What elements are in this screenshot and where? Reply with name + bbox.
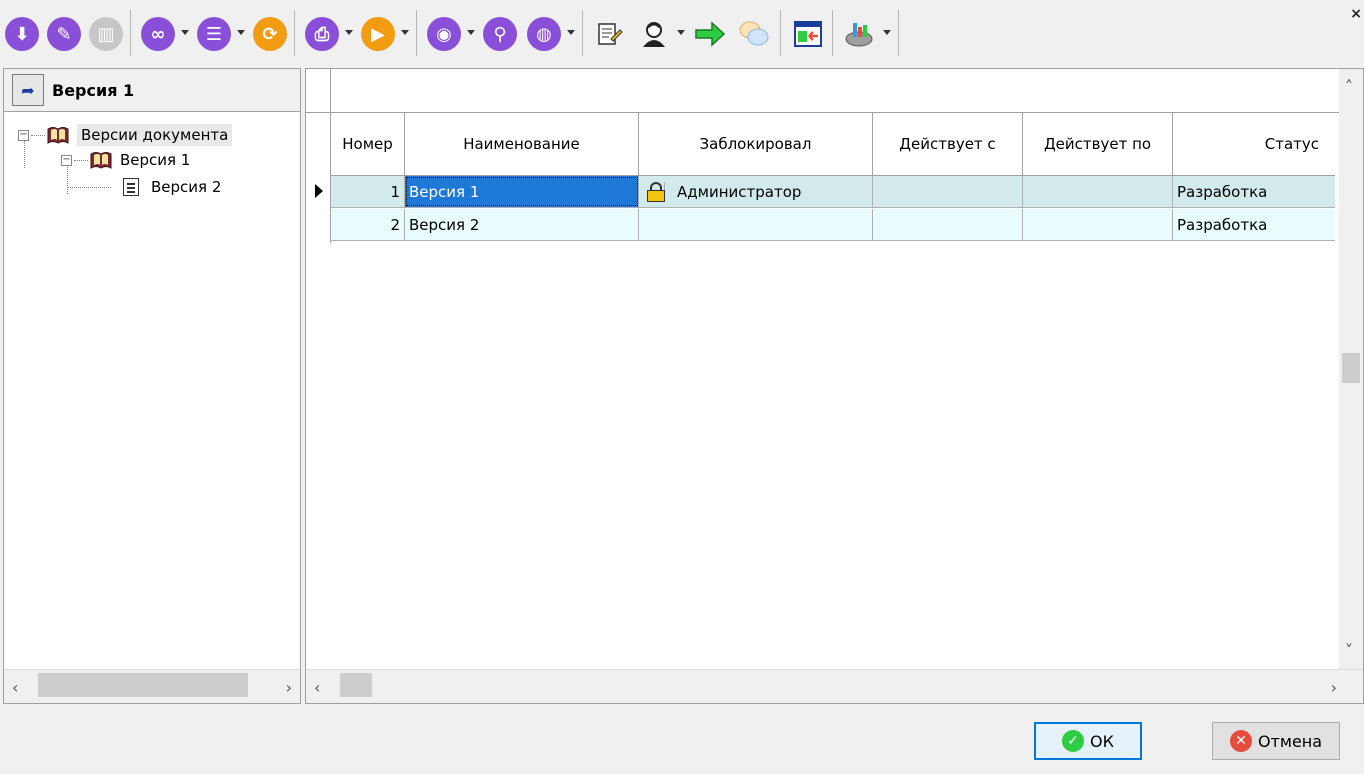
tree-connector	[31, 134, 45, 136]
scroll-left-icon[interactable]: ‹	[314, 678, 320, 697]
grid-header: Номер Наименование Заблокировал Действуе…	[331, 113, 1335, 176]
column-header-valid-from[interactable]: Действует с	[873, 113, 1023, 175]
chat-icon[interactable]	[736, 16, 772, 52]
grid-vertical-scrollbar[interactable]: ˄ ˅	[1339, 69, 1363, 669]
grid-horizontal-scrollbar[interactable]: ‹ ›	[306, 669, 1363, 703]
scroll-right-icon[interactable]: ›	[1331, 678, 1337, 697]
print-icon[interactable]: ⎙	[304, 16, 340, 52]
cell-locked-by[interactable]	[639, 209, 873, 240]
view-dropdown-icon[interactable]	[467, 30, 475, 35]
tree-horizontal-scrollbar[interactable]: ‹ ›	[4, 669, 300, 703]
zoom-icon[interactable]: ⚲	[482, 16, 518, 52]
toolbar-separator	[582, 10, 583, 56]
column-header-number[interactable]: Номер	[331, 113, 405, 175]
list-icon[interactable]: ☰	[196, 16, 232, 52]
scroll-right-icon[interactable]: ›	[286, 678, 292, 697]
globe-dropdown-icon[interactable]	[567, 30, 575, 35]
column-header-locked-by[interactable]: Заблокировал	[639, 113, 873, 175]
row-indicator-column	[306, 69, 331, 243]
tree-panel-header: ➦ Версия 1	[4, 69, 300, 112]
toolbar: ⬇ ✎ ▥ ∞ ☰ ⟳ ⎙ ▶ ◉ ⚲ ◍ ×	[0, 0, 1364, 68]
toolbar-separator	[294, 10, 295, 56]
tree-node-root[interactable]: − Версии документа	[18, 122, 233, 148]
column-header-valid-to[interactable]: Действует по	[1023, 113, 1173, 175]
edit-icon[interactable]: ✎	[46, 16, 82, 52]
back-arrow-icon: ➦	[21, 80, 35, 100]
report-dropdown-icon[interactable]	[883, 30, 891, 35]
cell-valid-to[interactable]	[1023, 209, 1173, 240]
scroll-thumb[interactable]	[38, 673, 248, 697]
grid-group-area	[306, 69, 1340, 113]
toolbar-separator	[780, 10, 781, 56]
play-dropdown-icon[interactable]	[401, 30, 409, 35]
column-header-name[interactable]: Наименование	[405, 113, 639, 175]
versions-grid-panel: Номер Наименование Заблокировал Действуе…	[305, 68, 1364, 704]
tree-panel-title: Версия 1	[52, 80, 135, 100]
close-icon[interactable]: ×	[1350, 6, 1362, 22]
cell-locked-by-text: Администратор	[677, 182, 802, 201]
cancel-button[interactable]: ✕ Отмена	[1212, 722, 1340, 760]
link-dropdown-icon[interactable]	[181, 30, 189, 35]
cell-name[interactable]: Версия 1	[405, 176, 639, 207]
print-dropdown-icon[interactable]	[345, 30, 353, 35]
column-header-status[interactable]: Статус	[1173, 113, 1335, 175]
collapse-toggle-icon[interactable]: −	[61, 154, 72, 166]
cell-valid-to[interactable]	[1023, 176, 1173, 207]
green-arrow-icon[interactable]	[692, 16, 728, 52]
lock-icon	[647, 181, 665, 202]
report-icon[interactable]	[842, 16, 878, 52]
window-icon[interactable]	[790, 16, 826, 52]
refresh-icon[interactable]: ⟳	[252, 16, 288, 52]
ok-button-label: ОК	[1090, 731, 1114, 751]
user-icon[interactable]	[636, 16, 672, 52]
tree-node-label: Версия 1	[120, 151, 191, 169]
cell-status[interactable]: Разработка	[1173, 209, 1335, 240]
toolbar-separator	[416, 10, 417, 56]
table-row[interactable]: 1 Версия 1 Администратор Разработка	[331, 176, 1335, 208]
book-icon	[90, 150, 112, 170]
cancel-button-label: Отмена	[1257, 731, 1323, 751]
back-button[interactable]: ➦	[12, 74, 44, 106]
document-edit-icon[interactable]	[590, 16, 626, 52]
tree-node-label: Версия 2	[151, 178, 222, 196]
download-icon[interactable]: ⬇	[4, 16, 40, 52]
cell-valid-from[interactable]	[873, 176, 1023, 207]
link-icon[interactable]: ∞	[140, 16, 176, 52]
tree-connector	[67, 186, 111, 188]
scroll-thumb[interactable]	[340, 673, 372, 697]
cell-valid-from[interactable]	[873, 209, 1023, 240]
ok-button[interactable]: ✓ ОК	[1034, 722, 1142, 760]
tree-connector	[74, 159, 88, 161]
cell-locked-by[interactable]: Администратор	[639, 176, 873, 207]
version-tree: − Версии документа − Версия 1 Версия 2	[4, 112, 300, 662]
globe-icon[interactable]: ◍	[526, 16, 562, 52]
list-dropdown-icon[interactable]	[237, 30, 245, 35]
current-row-indicator-icon	[315, 184, 323, 198]
scroll-thumb[interactable]	[1342, 353, 1360, 383]
checkmark-icon: ✓	[1062, 730, 1085, 752]
scroll-left-icon[interactable]: ‹	[12, 678, 18, 697]
toolbar-separator	[898, 10, 899, 56]
cancel-x-icon: ✕	[1229, 730, 1252, 752]
scroll-down-icon[interactable]: ˅	[1345, 641, 1353, 660]
tree-node-version-2[interactable]: Версия 2	[67, 174, 221, 200]
delete-icon[interactable]: ▥	[88, 16, 124, 52]
cell-number[interactable]: 1	[331, 176, 405, 207]
table-row[interactable]: 2 Версия 2 Разработка	[331, 209, 1335, 241]
tree-node-version-1[interactable]: − Версия 1	[61, 147, 190, 173]
play-icon[interactable]: ▶	[360, 16, 396, 52]
tree-node-label: Версии документа	[77, 124, 233, 146]
cell-name[interactable]: Версия 2	[405, 209, 639, 240]
collapse-toggle-icon[interactable]: −	[18, 129, 29, 141]
cell-status[interactable]: Разработка	[1173, 176, 1335, 207]
toolbar-separator	[130, 10, 131, 56]
tree-panel: ➦ Версия 1 − Версии документа − Версия 1…	[3, 68, 301, 704]
scroll-up-icon[interactable]: ˄	[1345, 77, 1353, 96]
toolbar-separator	[832, 10, 833, 56]
user-dropdown-icon[interactable]	[677, 30, 685, 35]
book-icon	[47, 125, 69, 145]
cell-number[interactable]: 2	[331, 209, 405, 240]
view-icon[interactable]: ◉	[426, 16, 462, 52]
document-icon	[123, 178, 139, 196]
